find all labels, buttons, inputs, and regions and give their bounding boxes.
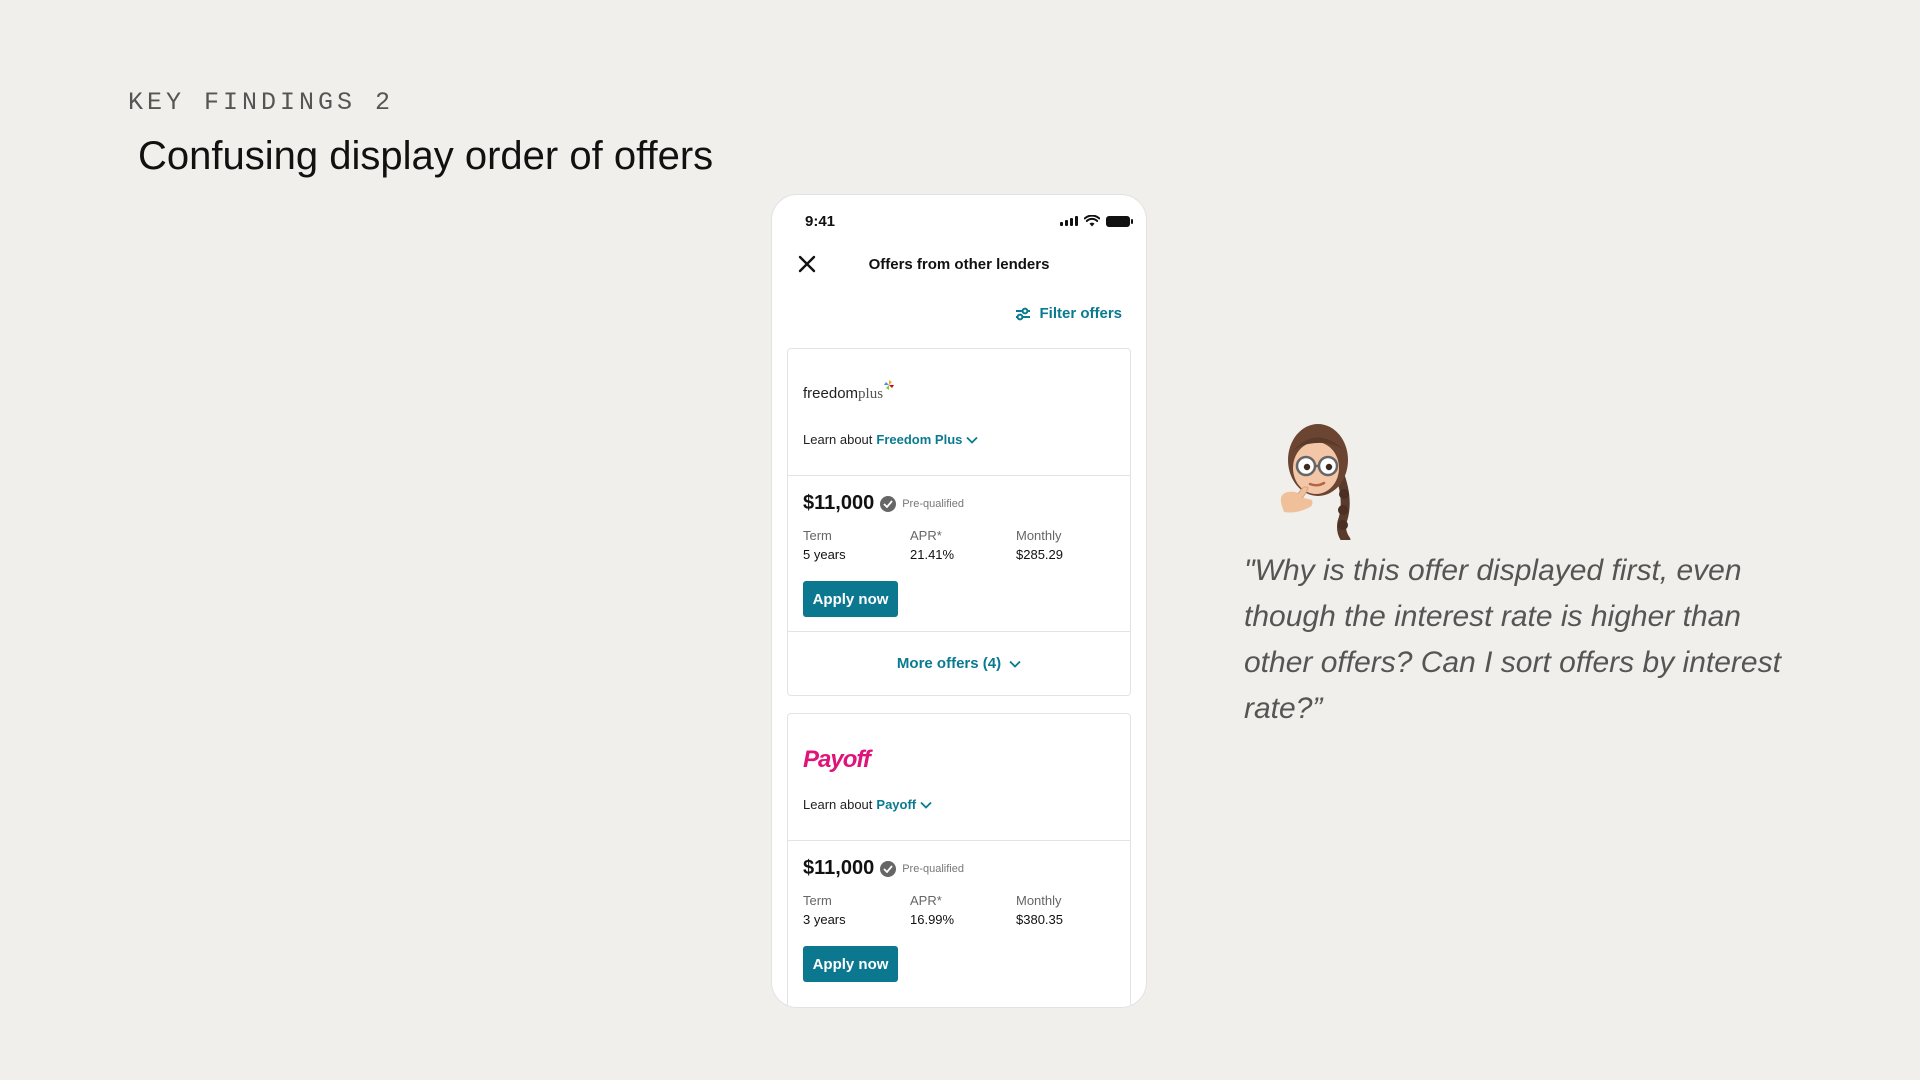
filter-sliders-icon [1016,307,1031,320]
amount-row: $11,000 Pre-qualified [803,857,964,880]
lender-header: freedom plus Learn about Freedom Plus [788,349,1130,476]
phone-mockup: 9:41 Offers from other lenders Filter of… [771,194,1147,1008]
wifi-icon [1084,215,1100,227]
more-offers-label: More offers (4) [896,655,1002,672]
term-value: 5 years [803,547,846,562]
lender-name: Payoff [876,797,917,812]
apply-now-button[interactable]: Apply now [803,581,898,617]
logo-text-freedom: freedom [803,385,859,402]
monthly-value: $285.29 [1016,547,1063,562]
lender-header: Payoff Learn about Payoff [788,714,1130,841]
logo-text-plus: plus [858,386,884,402]
term-stat: Term 3 years [803,893,910,927]
status-time: 9:41 [805,212,836,230]
term-label: Term [803,893,832,908]
offer-stats: Term 5 years APR* 21.41% Monthly $285.29 [803,528,1063,562]
learn-about-freedom-plus-link[interactable]: Freedom Plus [876,432,979,447]
apr-label: APR* [910,528,942,543]
chevron-down-icon [1009,660,1021,668]
learn-about-row: Learn about Freedom Plus [803,432,979,447]
term-stat: Term 5 years [803,528,910,562]
filter-offers-button[interactable]: Filter offers [1015,305,1122,322]
chevron-down-icon [966,436,979,444]
status-icons [1060,215,1133,227]
battery-icon [1106,215,1133,227]
apr-value: 21.41% [910,547,955,562]
monthly-label: Monthly [1016,528,1062,543]
chevron-down-icon [920,801,932,809]
learn-about-prefix: Learn about [803,797,873,812]
loan-amount: $11,000 [803,857,875,879]
learn-about-prefix: Learn about [803,432,873,447]
checkmark-icon [880,860,897,877]
amount-row: $11,000 Pre-qualified [803,492,964,515]
monthly-stat: Monthly $380.35 [1016,893,1063,927]
monthly-value: $380.35 [1016,912,1063,927]
term-value: 3 years [803,912,846,927]
cellular-signal-icon [1060,216,1078,226]
apr-stat: APR* 16.99% [910,893,1016,927]
status-bar: 9:41 [805,209,1133,233]
apr-value: 16.99% [910,912,955,927]
checkmark-icon [880,495,897,512]
lender-name: Freedom Plus [876,432,963,447]
nav-title: Offers from other lenders [868,255,1050,273]
apply-now-button[interactable]: Apply now [803,946,898,982]
section-eyebrow: KEY FINDINGS 2 [128,88,395,117]
learn-about-row: Learn about Payoff [803,797,932,812]
freedom-plus-logo: freedom plus [803,380,895,403]
nav-bar: Offers from other lenders [772,239,1146,289]
filter-offers-label: Filter offers [1039,305,1122,322]
offer-stats: Term 3 years APR* 16.99% Monthly $380.35 [803,893,1063,927]
slide-headline: Confusing display order of offers [138,134,714,178]
learn-about-payoff-link[interactable]: Payoff [876,797,932,812]
loan-amount: $11,000 [803,492,875,514]
offer-card-payoff: Payoff Learn about Payoff $11,000 Pre-qu… [787,713,1131,1007]
more-offers-button[interactable]: More offers (4) [788,631,1130,695]
apr-label: APR* [910,893,942,908]
apr-stat: APR* 21.41% [910,528,1016,562]
term-label: Term [803,528,832,543]
payoff-logo: Payoff [803,746,871,773]
offer-details: $11,000 Pre-qualified Term 3 years APR* … [788,841,1130,998]
pinwheel-icon [884,380,895,390]
user-quote: "Why is this offer displayed first, even… [1244,554,1781,725]
offer-card-freedom-plus: freedom plus Learn about Freedom Plus $11… [787,348,1131,696]
prequalified-badge: Pre-qualified [902,862,964,875]
monthly-stat: Monthly $285.29 [1016,528,1063,562]
prequalified-badge: Pre-qualified [902,497,964,510]
thinking-avatar-icon [1280,424,1351,540]
close-icon[interactable] [794,251,820,277]
offer-details: $11,000 Pre-qualified Term 5 years APR* … [788,476,1130,633]
monthly-label: Monthly [1016,893,1062,908]
